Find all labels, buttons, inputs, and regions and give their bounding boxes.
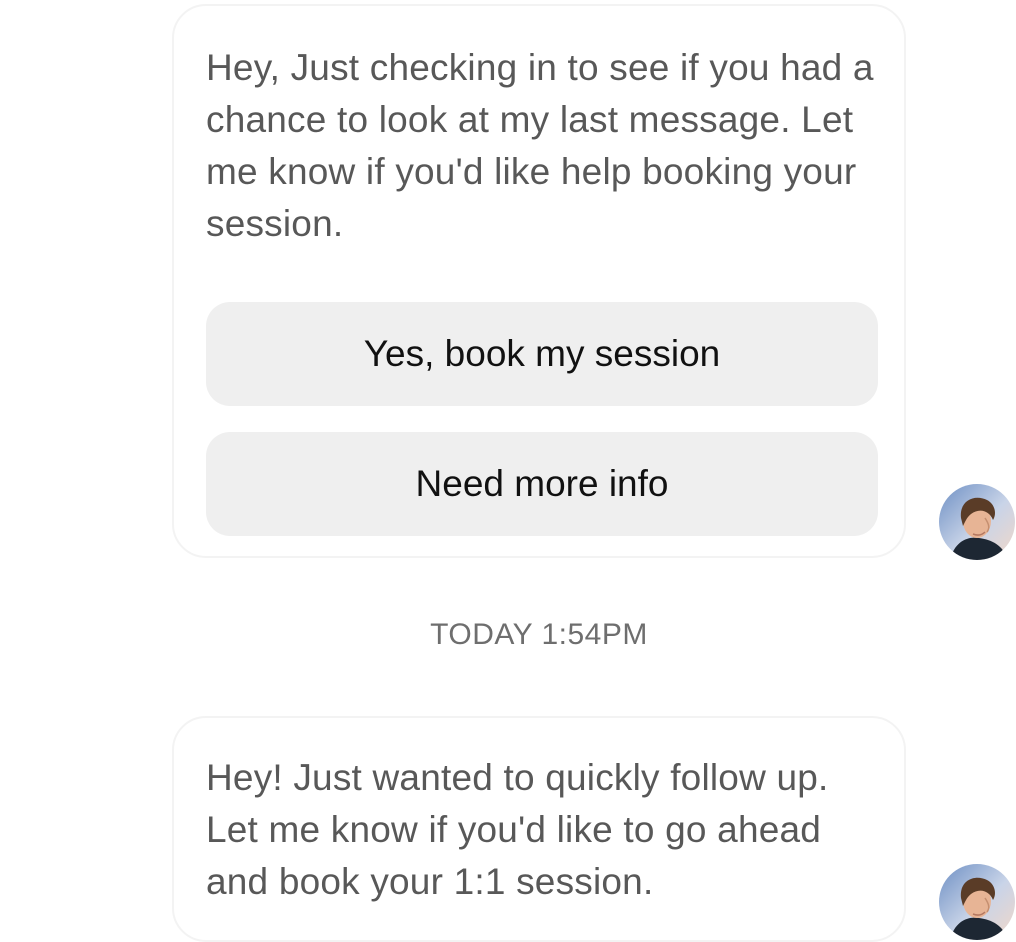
need-more-info-button[interactable]: Need more info [206, 432, 878, 536]
avatar[interactable] [939, 484, 1015, 560]
message-timestamp: TODAY 1:54PM [430, 618, 648, 651]
avatar-photo-icon [939, 484, 1015, 560]
message-bubble: Hey! Just wanted to quickly follow up. L… [172, 716, 906, 942]
avatar-photo-icon [939, 864, 1015, 940]
message-bubble: Hey, Just checking in to see if you had … [172, 4, 906, 558]
quick-reply-group: Yes, book my session Need more info [206, 302, 878, 536]
book-session-button[interactable]: Yes, book my session [206, 302, 878, 406]
message-text: Hey! Just wanted to quickly follow up. L… [206, 757, 829, 902]
avatar[interactable] [939, 864, 1015, 940]
message-text: Hey, Just checking in to see if you had … [206, 47, 874, 244]
